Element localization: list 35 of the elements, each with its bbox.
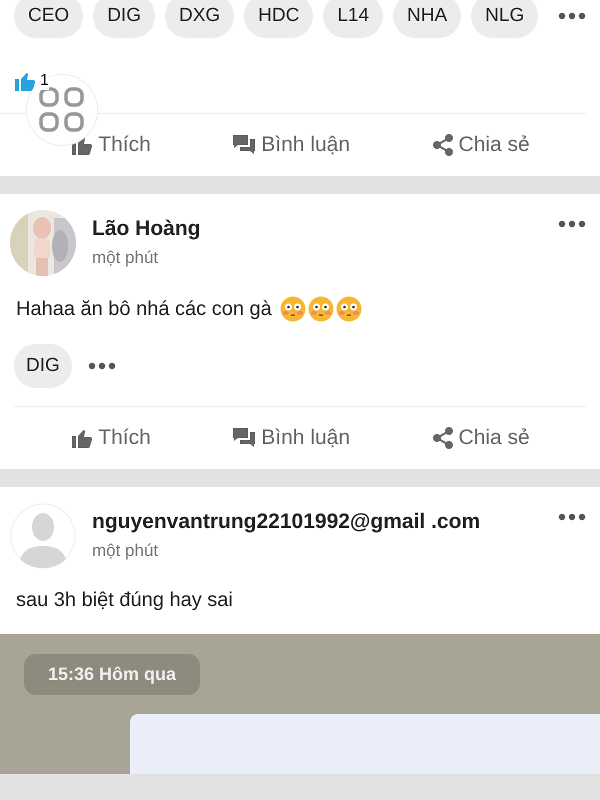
more-options-icon[interactable] — [558, 513, 586, 521]
share-button[interactable]: Chia sẻ — [430, 133, 530, 157]
more-options-icon[interactable] — [558, 220, 586, 228]
grid-icon — [38, 86, 86, 134]
post-text: sau 3h biệt đúng hay sai — [16, 589, 233, 612]
message-time: 15:36 Hôm qua — [24, 654, 200, 695]
share-icon — [430, 426, 455, 450]
author-name[interactable]: Lão Hoàng — [92, 216, 492, 242]
like-button[interactable]: Thích — [70, 133, 151, 157]
person-silhouette-icon — [10, 503, 76, 569]
more-icon[interactable] — [88, 362, 116, 370]
share-button[interactable]: Chia sẻ — [430, 426, 530, 450]
post-time: một phút — [92, 248, 160, 268]
flushed-face-icon — [308, 296, 334, 322]
flushed-face-icon — [280, 296, 306, 322]
stock-tag[interactable]: CEO — [14, 0, 84, 38]
stock-tag[interactable]: DIG — [14, 344, 72, 388]
more-icon[interactable] — [558, 12, 586, 20]
post-text: Hahaa ăn bô nhá các con gà — [16, 298, 272, 320]
stock-tag[interactable]: DXG — [164, 0, 234, 38]
chat-bubbles-icon — [231, 426, 258, 450]
like-button[interactable]: Thích — [70, 426, 151, 450]
stock-tag[interactable]: NLG — [471, 0, 538, 38]
chat-bubbles-icon — [231, 133, 258, 157]
stock-tag[interactable]: NHA — [393, 0, 462, 38]
stock-tag[interactable]: HDC — [244, 0, 314, 38]
stock-tag[interactable]: DIG — [93, 0, 155, 38]
flushed-face-icon — [336, 296, 362, 322]
comment-button[interactable]: Bình luận — [231, 426, 350, 450]
like-count: 1 — [40, 72, 49, 90]
post-time: một phút — [92, 541, 160, 562]
share-icon — [430, 133, 455, 157]
author-name[interactable]: nguyenvantrung22101992@gmail .com — [92, 509, 492, 536]
stock-tag[interactable]: L14 — [323, 0, 384, 38]
comment-button[interactable]: Bình luận — [231, 133, 350, 157]
